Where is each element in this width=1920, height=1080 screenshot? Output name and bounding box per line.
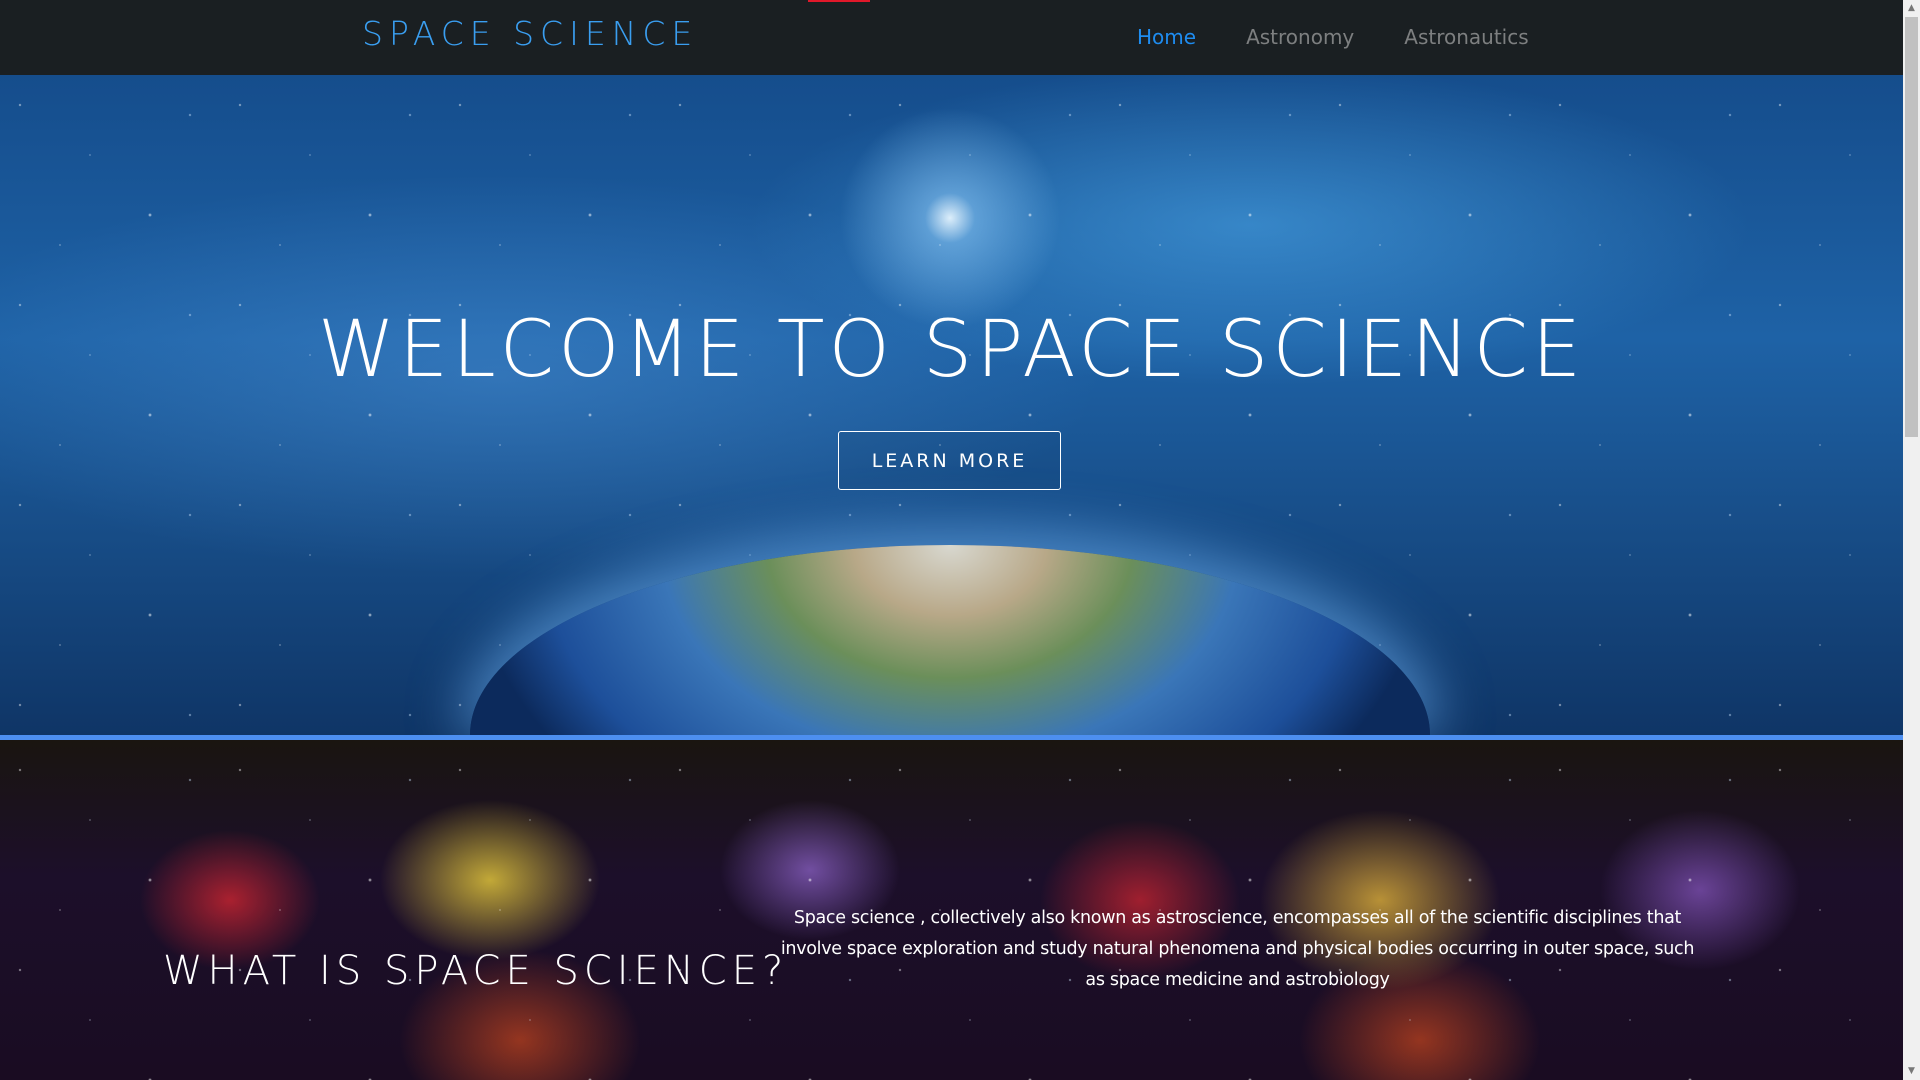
red-indicator (808, 0, 870, 2)
scroll-up-arrow-icon[interactable]: ▲ (1903, 0, 1920, 17)
hero-section: WELCOME TO SPACE SCIENCE LEARN MORE (0, 75, 1903, 735)
vertical-scrollbar[interactable]: ▲ ▼ (1903, 0, 1920, 1080)
nav-link-home[interactable]: Home (1137, 25, 1196, 49)
nav-link-astronomy[interactable]: Astronomy (1246, 25, 1354, 49)
about-text: Space science , collectively also known … (780, 908, 1695, 990)
about-section: WHAT IS SPACE SCIENCE? Space science , c… (0, 740, 1903, 1080)
about-heading: WHAT IS SPACE SCIENCE? (163, 948, 789, 994)
nav-link-astronautics[interactable]: Astronautics (1404, 25, 1528, 49)
learn-more-button[interactable]: LEARN MORE (838, 431, 1061, 490)
page: SPACE SCIENCE Home Astronomy Astronautic… (0, 0, 1903, 1080)
site-logo[interactable]: SPACE SCIENCE (362, 14, 698, 53)
hero-title: WELCOME TO SPACE SCIENCE (317, 305, 1586, 395)
top-navbar: SPACE SCIENCE Home Astronomy Astronautic… (0, 0, 1903, 75)
scrollbar-thumb[interactable] (1905, 17, 1918, 437)
nav-links: Home Astronomy Astronautics (1137, 25, 1529, 49)
scroll-down-arrow-icon[interactable]: ▼ (1903, 1063, 1920, 1080)
